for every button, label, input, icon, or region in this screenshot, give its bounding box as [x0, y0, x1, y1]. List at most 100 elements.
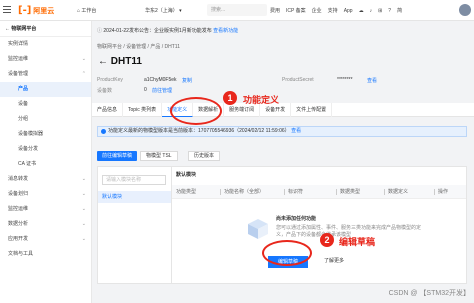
- product-secret-value: ********: [337, 77, 353, 83]
- version-notice: 功能定义最新的物模型版本是当前版本：1707705546936（2024/02/…: [97, 126, 467, 137]
- avatar[interactable]: [459, 4, 471, 16]
- col-identifier: 标识符: [288, 189, 304, 195]
- chevron-icon: ⌄: [81, 206, 86, 212]
- empty-state-title: 尚未添加任何功能: [276, 216, 317, 222]
- search-input[interactable]: 搜索...: [207, 4, 267, 16]
- link-enterprise[interactable]: 企业: [312, 7, 322, 14]
- top-bar: [-] 阿里云 ⌂ 工作台 华东2（上海） ▾ 搜索... 费用 ICP 备案 …: [0, 0, 474, 21]
- page-title: ← DHT11: [98, 56, 142, 67]
- aliyun-logo[interactable]: [-] 阿里云: [18, 3, 54, 18]
- tab-topic-list[interactable]: Topic 类列表: [123, 103, 163, 117]
- col-actions: 操作: [438, 189, 449, 195]
- module-list: 请输入模块名称 默认模块: [98, 167, 172, 283]
- sidebar-item-label: 监控运维: [8, 56, 29, 62]
- link-fees[interactable]: 费用: [270, 7, 280, 14]
- annotation-marker-1: 1: [223, 91, 237, 105]
- sidebar-item-label: 文档与工具: [8, 251, 34, 257]
- annotation-ellipse-button: [262, 240, 312, 266]
- sidebar-item[interactable]: 设备分发: [0, 142, 91, 157]
- sidebar-item-label: CA 证书: [18, 161, 37, 167]
- col-divider: [284, 189, 285, 195]
- chevron-down-icon: ▾: [177, 7, 182, 14]
- product-secret-label: ProductSecret: [282, 77, 314, 83]
- tsl-button[interactable]: 物模型 TSL: [140, 151, 178, 161]
- col-divider: [220, 189, 221, 195]
- col-data-definition: 数据定义: [388, 189, 409, 195]
- tab-product-info[interactable]: 产品信息: [92, 103, 124, 117]
- sidebar-item-label: 设备管理: [8, 71, 29, 77]
- sidebar-item[interactable]: 设备: [0, 97, 91, 112]
- learn-more-link[interactable]: 了解更多: [324, 257, 344, 264]
- sidebar-item-label: 监控运维: [8, 206, 29, 212]
- sidebar-item-label: 设备模拟器: [18, 131, 44, 137]
- chevron-icon: ⌄: [81, 236, 86, 242]
- sidebar-item[interactable]: 消息转发 ⌄: [0, 172, 91, 187]
- link-support[interactable]: 支持: [328, 7, 338, 14]
- announcement-link[interactable]: 查看新功能: [213, 28, 238, 34]
- col-function-name[interactable]: 功能名称（全部）: [224, 185, 264, 199]
- sidebar-item-label: 实例详情: [8, 41, 29, 47]
- cloud-icon[interactable]: ☁: [359, 8, 364, 14]
- sidebar-item-label: 数据分析: [8, 221, 29, 227]
- notice-view-link[interactable]: 查看: [291, 128, 301, 134]
- sidebar-item[interactable]: 应用开发 ⌄: [0, 232, 91, 247]
- col-divider: [384, 189, 385, 195]
- menu-icon[interactable]: [3, 6, 11, 14]
- sidebar-item[interactable]: 监控运维 ⌄: [0, 202, 91, 217]
- sidebar-item[interactable]: 文档与工具: [0, 247, 91, 262]
- annotation-label-2: 编辑草稿: [339, 237, 376, 247]
- copy-link[interactable]: 复制: [182, 77, 192, 84]
- devices-label: 设备数: [97, 88, 113, 94]
- sidebar-item[interactable]: 设备模拟器: [0, 127, 91, 142]
- module-title: 默认模块: [176, 172, 197, 178]
- empty-cube-icon: [248, 219, 268, 239]
- logo-mark-icon: [-]: [18, 5, 32, 16]
- breadcrumb: 物联网平台 / 设备管理 / 产品 / DHT11: [97, 44, 180, 50]
- module-search-input[interactable]: 请输入模块名称: [102, 175, 166, 185]
- manage-devices-link[interactable]: 前往管理: [152, 87, 172, 94]
- col-divider: [434, 189, 435, 195]
- product-key-value: a1ChyM0F5ek: [144, 77, 177, 83]
- sidebar-item-label: 设备: [18, 101, 29, 107]
- bell-icon[interactable]: ♪: [370, 8, 373, 14]
- back-arrow-icon[interactable]: ←: [98, 56, 111, 67]
- edit-draft-button[interactable]: 前往编辑草稿: [97, 151, 138, 161]
- annotation-marker-2: 2: [320, 233, 334, 247]
- product-key-label: ProductKey: [97, 77, 123, 83]
- help-icon[interactable]: ?: [388, 8, 391, 14]
- col-divider: [336, 189, 337, 195]
- link-app[interactable]: App: [344, 8, 353, 14]
- announcement-bar: ⓘ 2024-01-22发布公告：企业版实例1月新功能发布 查看新功能: [97, 26, 467, 37]
- sidebar-item-label: 产品: [18, 86, 29, 92]
- csdn-watermark: CSDN @ 【STM32开发】: [388, 290, 470, 297]
- chevron-icon: ⌄: [81, 56, 86, 62]
- cart-icon[interactable]: ⊞: [378, 8, 382, 14]
- workspace-link[interactable]: ⌂ 工作台: [77, 5, 96, 16]
- sidebar-item[interactable]: 分组: [0, 112, 91, 127]
- sidebar-item[interactable]: 产品: [0, 82, 91, 97]
- sidebar-title[interactable]: ← 物联网平台: [0, 21, 91, 37]
- sidebar-item[interactable]: 设备管理 ⌃: [0, 67, 91, 82]
- view-link[interactable]: 查看: [367, 77, 377, 84]
- sidebar-item-label: 设备划归: [8, 191, 29, 197]
- product-tabs: 产品信息 Topic 类列表 功能定义 数据解析 服务端订阅 设备开发 文件上传…: [92, 103, 474, 117]
- chevron-icon: ⌄: [81, 221, 86, 227]
- sidebar-item-label: 分组: [18, 116, 29, 122]
- history-version-button[interactable]: 历史版本: [188, 151, 221, 161]
- chevron-icon: ⌃: [81, 71, 86, 77]
- sidebar-item[interactable]: 监控运维 ⌄: [0, 52, 91, 67]
- col-data-type: 数据类型: [340, 189, 361, 195]
- region-selector[interactable]: 华东2（上海） ▾: [145, 5, 182, 16]
- sidebar-item[interactable]: 设备划归 ⌄: [0, 187, 91, 202]
- module-item-default[interactable]: 默认模块: [98, 191, 171, 203]
- sidebar-item[interactable]: CA 证书: [0, 157, 91, 172]
- sidebar-item[interactable]: 数据分析 ⌄: [0, 217, 91, 232]
- announcement-text: 2024-01-22发布公告：企业版实例1月新功能发布: [103, 28, 212, 34]
- top-links: 费用 ICP 备案 企业 支持 App ☁ ♪ ⊞ ? 简: [270, 5, 402, 16]
- sidebar-item[interactable]: 实例详情: [0, 37, 91, 52]
- chevron-icon: ⌄: [81, 191, 86, 197]
- tab-file-upload-config[interactable]: 文件上传配置: [291, 103, 333, 117]
- link-icp[interactable]: ICP 备案: [286, 7, 306, 14]
- chevron-icon: ⌄: [81, 176, 86, 182]
- language-icon[interactable]: 简: [397, 7, 402, 14]
